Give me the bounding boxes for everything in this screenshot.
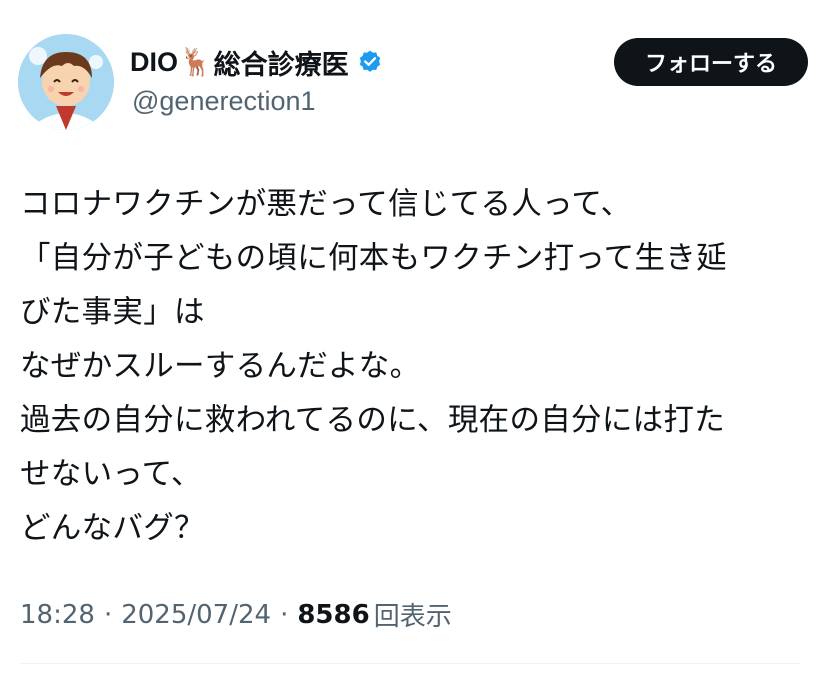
meta-separator: · xyxy=(280,599,289,630)
verified-badge-icon[interactable] xyxy=(357,49,383,75)
tweet-text-line: コロナワクチンが悪だって信じてる人って、 xyxy=(20,187,632,222)
author-name-row[interactable]: DIO 🦌 総合診療医 xyxy=(130,42,383,82)
tweet-text-line: 「自分が子どもの頃に何本もワクチン打って生き延 xyxy=(20,241,727,276)
views-label[interactable]: 回表示 xyxy=(374,596,452,633)
tweet-text-line: どんなバグ？ xyxy=(20,511,205,546)
tweet-text-line: せないって、 xyxy=(20,457,202,492)
tweet-header: DIO 🦌 総合診療医 @generection1 フォローする xyxy=(18,34,808,130)
tweet-time[interactable]: 18:28 xyxy=(20,600,95,630)
tweet-text-line: なぜかスルーするんだよな。 xyxy=(20,349,421,384)
tweet-date[interactable]: 2025/07/24 xyxy=(121,600,271,630)
avatar[interactable] xyxy=(18,34,114,130)
author-handle[interactable]: @generection1 xyxy=(132,86,316,117)
tweet-text-line: びた事実」は xyxy=(20,295,205,330)
cartoon-doctor-avatar-icon xyxy=(18,34,114,130)
tweet-text: コロナワクチンが悪だって信じてる人って、 「自分が子どもの頃に何本もワクチン打っ… xyxy=(20,178,810,556)
display-name-suffix[interactable]: 総合診療医 xyxy=(214,43,349,82)
views-count[interactable]: 8586 xyxy=(297,600,369,630)
divider xyxy=(20,663,800,676)
tweet-meta: 18:28 · 2025/07/24 · 8586 回表示 xyxy=(20,596,452,633)
tweet-text-line: 過去の自分に救われてるのに、現在の自分には打た xyxy=(20,403,726,438)
display-name[interactable]: DIO xyxy=(130,47,178,78)
deer-emoji-icon: 🦌 xyxy=(179,47,213,78)
follow-button[interactable]: フォローする xyxy=(614,38,808,86)
meta-separator: · xyxy=(103,599,113,630)
